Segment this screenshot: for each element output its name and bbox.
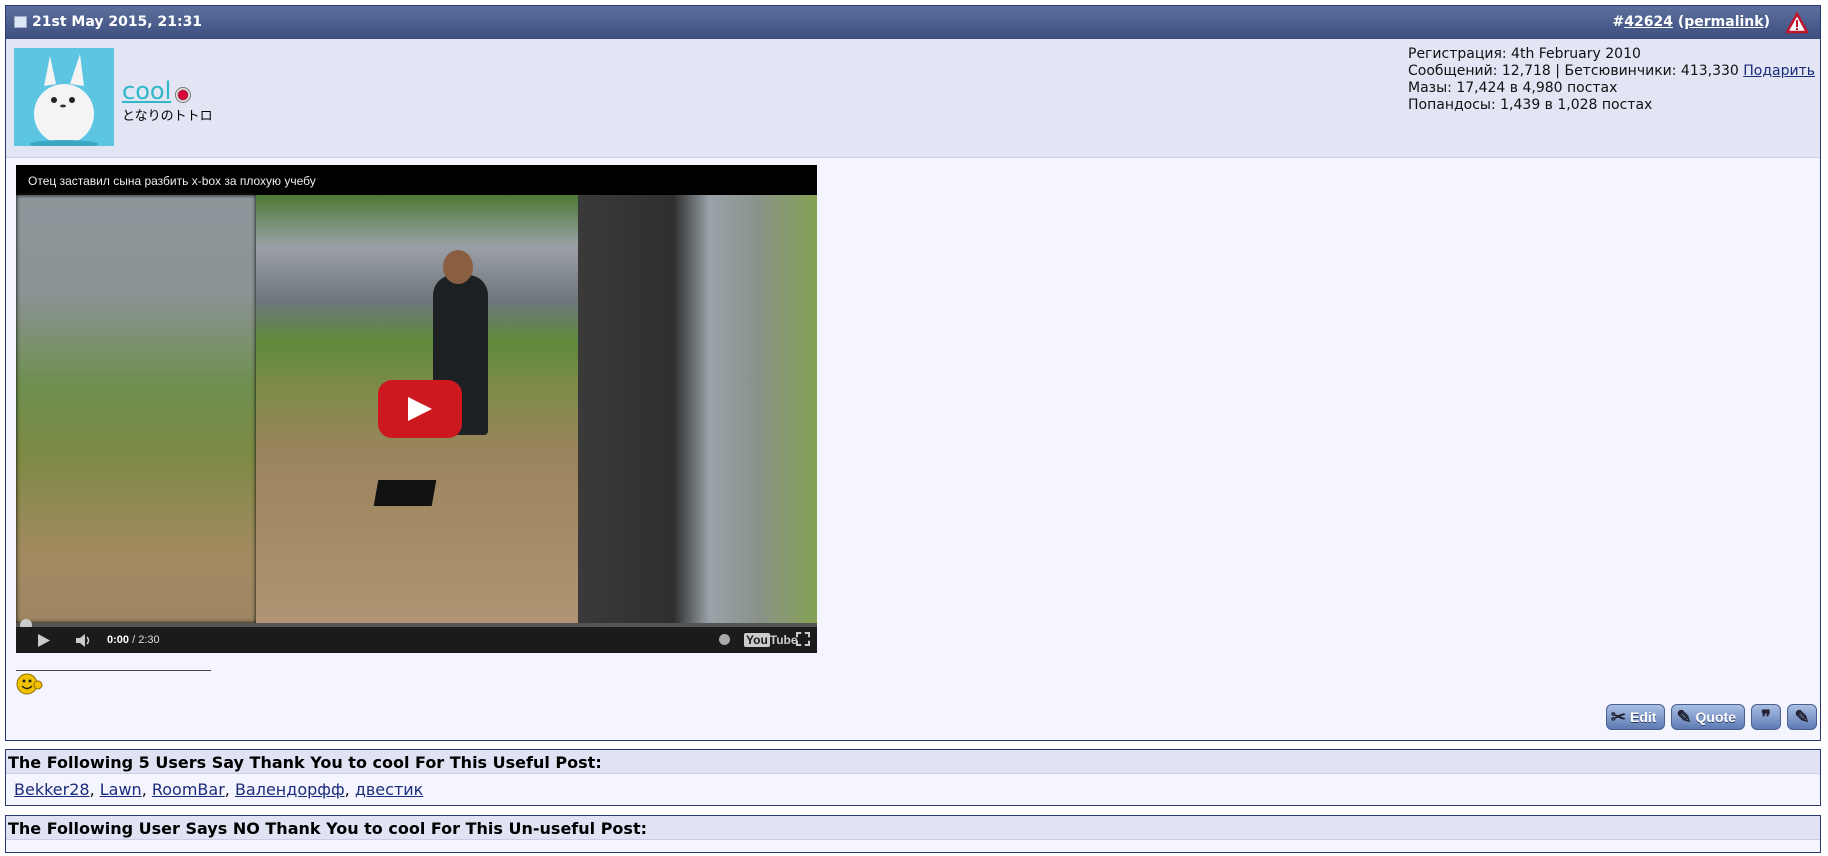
no-thanks-box: The Following User Says NO Thank You to … [5, 815, 1821, 853]
thanks-header: The Following 5 Users Say Thank You to c… [6, 750, 1820, 774]
post-icon [14, 16, 27, 28]
edit-button-label: Edit [1630, 709, 1657, 725]
quick-reply-icon: ✎ [1794, 706, 1810, 727]
thanks-box: The Following 5 Users Say Thank You to c… [5, 749, 1821, 806]
messages-text: Сообщений: 12,718 | Бетсювинчики: 413,33… [1408, 63, 1744, 79]
messages-count: Сообщений: 12,718 | Бетсювинчики: 413,33… [1408, 63, 1815, 80]
fullscreen-icon[interactable] [796, 632, 810, 646]
video-frame-right [578, 195, 817, 623]
post-number: #42624 (permalink) [1613, 14, 1770, 30]
quick-reply-button[interactable]: ✎ [1787, 704, 1817, 730]
post-header: 21st May 2015, 21:31 #42624 (permalink) [6, 6, 1820, 39]
youtube-embed[interactable]: Отец заставил сына разбить x-box за плох… [16, 165, 817, 653]
video-controls: 0:00 / 2:30 You Tube [16, 627, 817, 653]
video-frame-left [16, 195, 256, 623]
online-status-icon [175, 87, 191, 103]
youtube-logo-you: You [744, 633, 770, 647]
avatar[interactable] [14, 48, 114, 146]
thanks-user-link[interactable]: двестик [355, 780, 424, 799]
multiquote-icon: ❞ [1761, 706, 1771, 727]
gift-link[interactable]: Подарить [1743, 63, 1815, 79]
post-number-prefix: # [1612, 14, 1625, 30]
time-current: 0:00 [107, 634, 130, 646]
mazy-count: Мазы: 17,424 в 4,980 постах [1408, 80, 1618, 96]
quote-button-label: Quote [1695, 709, 1736, 725]
no-thanks-header: The Following User Says NO Thank You to … [6, 816, 1820, 840]
scissors-icon: ✂ [1610, 706, 1626, 727]
thanks-user-link[interactable]: Валендорфф [235, 780, 345, 799]
edit-button[interactable]: ✂ Edit [1605, 704, 1666, 730]
video-xbox [373, 480, 437, 506]
time-display: 0:00 / 2:30 [107, 634, 160, 646]
youtube-logo[interactable]: You Tube [744, 633, 798, 647]
permalink-open: ( [1672, 14, 1685, 30]
video-title[interactable]: Отец заставил сына разбить x-box за плох… [16, 165, 817, 195]
play-button[interactable] [378, 380, 462, 438]
post-number-link[interactable]: 42624 [1624, 14, 1673, 30]
control-play-icon[interactable] [38, 634, 50, 647]
user-stats: Регистрация: 4th February 2010 Сообщений… [1408, 46, 1815, 114]
registration-date: Регистрация: 4th February 2010 [1408, 46, 1641, 62]
post-date: 21st May 2015, 21:31 [14, 14, 202, 30]
post-action-buttons: ✂ Edit ✎ Quote ❞ ✎ [1605, 704, 1817, 730]
watch-later-icon[interactable] [719, 634, 730, 645]
time-total: / 2:30 [129, 634, 160, 646]
video-subject-head [443, 250, 473, 284]
smiley-icon [16, 673, 43, 695]
totoro-avatar-icon [14, 48, 114, 146]
signature-divider [16, 670, 211, 671]
thanks-users: Bekker28, Lawn, RoomBar, Валендорфф, две… [14, 780, 424, 799]
quote-pencil-icon: ✎ [1676, 706, 1692, 727]
play-icon [408, 397, 432, 421]
post-container: 21st May 2015, 21:31 #42624 (permalink) … [5, 5, 1821, 741]
report-warning-icon[interactable] [1786, 12, 1808, 34]
multiquote-button[interactable]: ❞ [1751, 704, 1781, 730]
permalink-close: ) [1763, 14, 1770, 30]
user-info-bar: cool となりのトトロ Регистрация: 4th February 2… [6, 39, 1820, 158]
permalink-link[interactable]: permalink [1684, 14, 1763, 30]
user-title: となりのトトロ [122, 109, 213, 124]
post-date-text: 21st May 2015, 21:31 [32, 14, 203, 30]
thanks-user-link[interactable]: RoomBar [152, 780, 225, 799]
youtube-logo-tube: Tube [769, 633, 798, 647]
quote-button[interactable]: ✎ Quote [1671, 704, 1745, 730]
volume-icon[interactable] [76, 634, 94, 647]
thanks-user-link[interactable]: Lawn [100, 780, 142, 799]
popandosy-count: Попандосы: 1,439 в 1,028 постах [1408, 97, 1653, 113]
username-link[interactable]: cool [122, 77, 171, 105]
thanks-user-link[interactable]: Bekker28 [14, 780, 90, 799]
